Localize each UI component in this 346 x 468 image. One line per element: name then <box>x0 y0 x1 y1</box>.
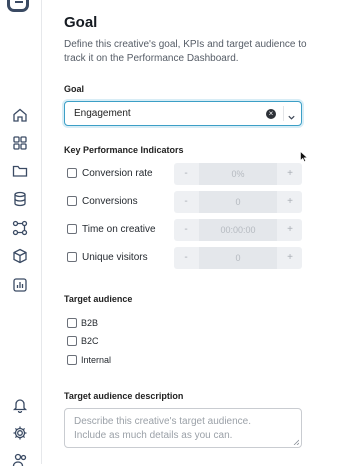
workflow-icon[interactable] <box>12 220 28 236</box>
kpi-label: Time on creative <box>82 224 156 235</box>
stepper-value[interactable]: 0 <box>199 247 277 269</box>
select-divider <box>283 106 284 121</box>
b2b-checkbox[interactable] <box>67 318 77 328</box>
stepper-increment-button[interactable]: + <box>278 247 302 269</box>
resize-handle-icon[interactable] <box>293 439 299 445</box>
conversions-checkbox[interactable] <box>67 196 77 206</box>
kpi-row-unique-visitors: Unique visitors - 0 + <box>64 247 302 269</box>
textarea-placeholder: Describe this creative's target audience… <box>74 415 251 443</box>
placeholder-line: Describe this creative's target audience… <box>74 416 251 427</box>
database-icon[interactable] <box>12 191 28 207</box>
app-logo[interactable] <box>7 0 29 12</box>
users-icon[interactable] <box>12 452 28 468</box>
kpi-label: Conversions <box>82 196 138 207</box>
gear-icon[interactable] <box>12 425 28 441</box>
audience-description-textarea[interactable]: Describe this creative's target audience… <box>64 408 302 448</box>
goal-panel: Goal Define this creative's goal, KPIs a… <box>41 0 346 464</box>
audience-option-label: B2C <box>81 336 99 346</box>
internal-checkbox[interactable] <box>67 355 77 365</box>
time-on-creative-checkbox[interactable] <box>67 224 77 234</box>
conversion-rate-stepper[interactable]: - 0% + <box>174 163 302 185</box>
page-description: Define this creative's goal, KPIs and ta… <box>64 39 307 64</box>
close-circle-icon[interactable]: × <box>266 109 276 119</box>
kpi-row-conversions: Conversions - 0 + <box>64 191 302 213</box>
stepper-value[interactable]: 00:00:00 <box>199 219 277 241</box>
b2c-checkbox[interactable] <box>67 336 77 346</box>
bell-icon[interactable] <box>12 397 28 413</box>
chevron-down-icon[interactable] <box>287 109 296 120</box>
unique-visitors-checkbox[interactable] <box>67 252 77 262</box>
cube-icon[interactable] <box>12 248 28 264</box>
stepper-increment-button[interactable]: + <box>278 191 302 213</box>
stepper-decrement-button[interactable]: - <box>174 247 198 269</box>
folder-icon[interactable] <box>12 163 28 179</box>
conversions-stepper[interactable]: - 0 + <box>174 191 302 213</box>
conversion-rate-checkbox[interactable] <box>67 168 77 178</box>
mouse-cursor-icon <box>300 151 308 162</box>
stepper-decrement-button[interactable]: - <box>174 163 198 185</box>
kpi-label: Unique visitors <box>82 252 148 263</box>
unique-visitors-stepper[interactable]: - 0 + <box>174 247 302 269</box>
stepper-increment-button[interactable]: + <box>278 163 302 185</box>
goal-select-value: Engagement <box>74 108 131 119</box>
stepper-increment-button[interactable]: + <box>278 219 302 241</box>
kpi-row-time-on-creative: Time on creative - 00:00:00 + <box>64 219 302 241</box>
apps-grid-icon[interactable] <box>12 135 28 151</box>
time-on-creative-stepper[interactable]: - 00:00:00 + <box>174 219 302 241</box>
goal-label: Goal <box>64 84 85 94</box>
goal-select[interactable]: Engagement × <box>64 101 302 126</box>
audience-option-label: Internal <box>81 355 112 365</box>
stepper-decrement-button[interactable]: - <box>174 219 198 241</box>
kpi-row-conversion-rate: Conversion rate - 0% + <box>64 163 302 185</box>
sidebar <box>0 0 42 467</box>
audience-description-label: Target audience description <box>64 391 184 401</box>
chart-icon[interactable] <box>12 277 28 293</box>
stepper-decrement-button[interactable]: - <box>174 191 198 213</box>
page-title: Goal <box>64 14 98 31</box>
kpi-label: Conversion rate <box>82 168 153 179</box>
stepper-value[interactable]: 0 <box>199 191 277 213</box>
home-icon[interactable] <box>12 107 28 123</box>
kpi-section-label: Key Performance Indicators <box>64 145 184 155</box>
audience-option-label: B2B <box>81 318 99 328</box>
placeholder-line: Include as much details as you can. <box>74 430 233 441</box>
stepper-value[interactable]: 0% <box>199 163 277 185</box>
target-audience-label: Target audience <box>64 294 133 304</box>
